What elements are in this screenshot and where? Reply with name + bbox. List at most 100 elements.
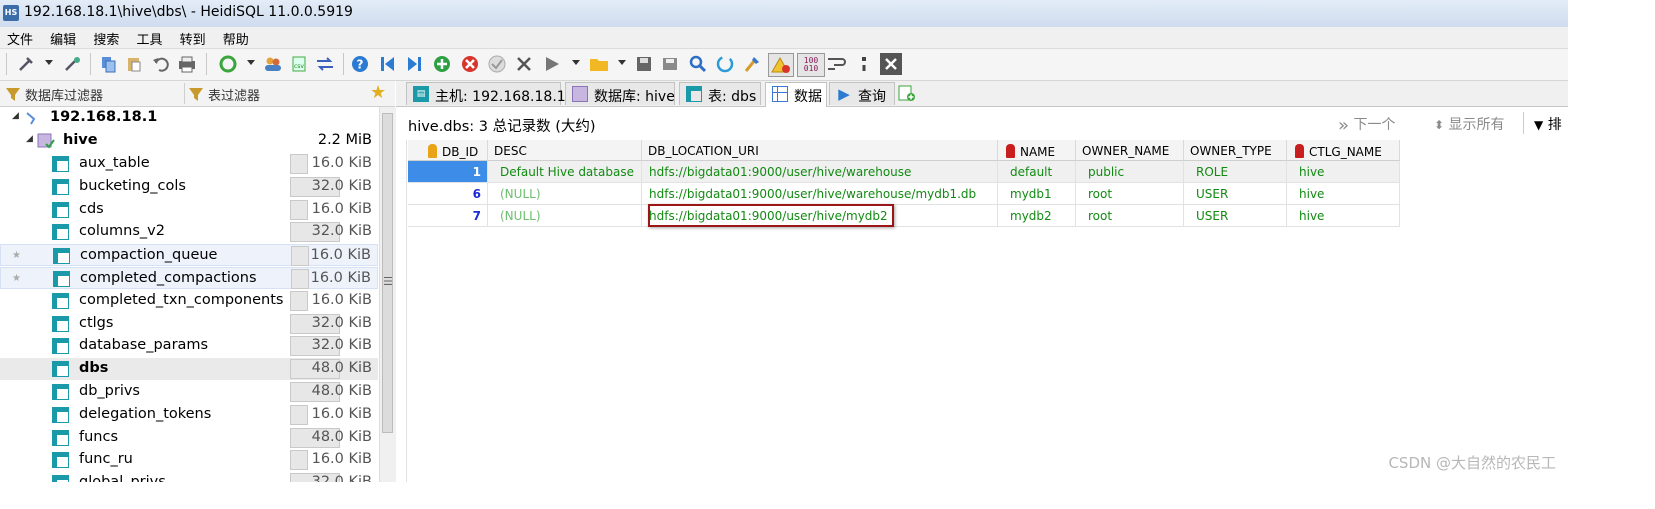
sync-icon[interactable]: [315, 54, 335, 74]
first-record-icon[interactable]: [378, 54, 398, 74]
undo-icon[interactable]: [150, 54, 170, 74]
tab-query[interactable]: ▶ 查询: [829, 82, 895, 105]
refresh-dropdown-icon[interactable]: [247, 60, 255, 65]
table-filter-input[interactable]: 表过滤器: [184, 83, 365, 104]
grid-cell-owner-name[interactable]: root: [1076, 205, 1184, 227]
menu-search[interactable]: 搜索: [86, 27, 125, 48]
binary-mode-icon[interactable]: 100 010: [797, 53, 825, 77]
grid-cell-desc[interactable]: (NULL): [488, 205, 642, 227]
run-dropdown-icon[interactable]: [572, 60, 580, 65]
tree-table-row[interactable]: delegation_tokens 16.0 KiB: [0, 404, 378, 426]
grid-cell-owner-type[interactable]: USER: [1184, 205, 1287, 227]
tree-table-row[interactable]: cds 16.0 KiB: [0, 199, 378, 221]
favorites-star-icon[interactable]: ★: [370, 82, 386, 103]
show-all-button[interactable]: ⬍ 显示所有: [1434, 114, 1505, 134]
grid-cell-db-id[interactable]: 1: [408, 161, 488, 183]
grid-cell-owner-type[interactable]: USER: [1184, 183, 1287, 205]
disconnect-icon[interactable]: [62, 54, 82, 74]
grid-cell-db-location-uri[interactable]: hdfs://bigdata01:9000/user/hive/warehous…: [642, 161, 998, 183]
grid-cell-desc[interactable]: (NULL): [488, 183, 642, 205]
save-icon[interactable]: [634, 54, 654, 74]
column-header-db-id[interactable]: DB_ID: [408, 140, 488, 161]
grid-cell-desc[interactable]: Default Hive database: [488, 161, 642, 183]
last-record-icon[interactable]: [404, 54, 424, 74]
grid-cell-ctlg-name[interactable]: hive: [1287, 183, 1400, 205]
format-sql-icon[interactable]: [742, 54, 762, 74]
csv-export-icon[interactable]: csv: [289, 54, 309, 74]
favorite-star-icon[interactable]: ★: [12, 250, 21, 261]
grid-cell-owner-type[interactable]: ROLE: [1184, 161, 1287, 183]
post-changes-icon[interactable]: [487, 54, 507, 74]
tree-table-row[interactable]: func_ru 16.0 KiB: [0, 449, 378, 471]
column-header-db-location-uri[interactable]: DB_LOCATION_URI: [642, 140, 998, 161]
tree-table-row[interactable]: global_privs 32.0 KiB: [0, 472, 378, 482]
user-manager-icon[interactable]: [263, 54, 283, 74]
scrollbar-thumb[interactable]: [382, 113, 393, 433]
tree-table-row[interactable]: completed_txn_components 16.0 KiB: [0, 290, 378, 312]
next-button[interactable]: » 下一个: [1338, 114, 1395, 136]
connect-icon[interactable]: [16, 54, 36, 74]
column-header-name[interactable]: NAME: [998, 140, 1076, 161]
cancel-changes-icon[interactable]: [514, 54, 534, 74]
menu-help[interactable]: 帮助: [216, 27, 255, 48]
print-icon[interactable]: [177, 54, 197, 74]
new-query-tab-icon[interactable]: [898, 84, 915, 102]
tree-table-row[interactable]: ★ compaction_queue 16.0 KiB: [0, 244, 378, 267]
paste-icon[interactable]: [124, 54, 144, 74]
tree-table-row[interactable]: ★ completed_compactions 16.0 KiB: [0, 267, 378, 289]
insert-record-icon[interactable]: [432, 54, 452, 74]
column-header-owner-type[interactable]: OWNER_TYPE: [1184, 140, 1287, 161]
tab-table[interactable]: 表: dbs: [679, 82, 761, 105]
replace-icon[interactable]: [715, 54, 735, 74]
database-filter-input[interactable]: 数据库过滤器: [3, 83, 181, 104]
tree-table-row[interactable]: columns_v2 32.0 KiB: [0, 221, 378, 243]
grid-cell-db-id[interactable]: 6: [408, 183, 488, 205]
menu-tools[interactable]: 工具: [129, 27, 168, 48]
open-folder-icon[interactable]: [589, 54, 609, 74]
grid-cell-ctlg-name[interactable]: hive: [1287, 161, 1400, 183]
favorite-star-icon[interactable]: ★: [12, 273, 21, 284]
grid-cell-owner-name[interactable]: root: [1076, 183, 1184, 205]
find-icon[interactable]: [688, 54, 708, 74]
menu-edit[interactable]: 编辑: [43, 27, 82, 48]
tree-table-row[interactable]: aux_table 16.0 KiB: [0, 153, 378, 175]
wrap-lines-icon[interactable]: [826, 54, 846, 74]
tree-table-row[interactable]: bucketing_cols 32.0 KiB: [0, 176, 378, 198]
grid-cell-ctlg-name[interactable]: hive: [1287, 205, 1400, 227]
help-icon[interactable]: ?: [350, 54, 370, 74]
warnings-toggle-icon[interactable]: [768, 53, 794, 77]
refresh-icon[interactable]: [218, 54, 238, 74]
single-query-icon[interactable]: [854, 54, 874, 74]
tree-table-row[interactable]: dbs 48.0 KiB: [0, 358, 378, 381]
column-header-owner-name[interactable]: OWNER_NAME: [1076, 140, 1184, 161]
save-as-icon[interactable]: [661, 54, 681, 74]
grid-cell-name[interactable]: mydb2: [998, 205, 1076, 227]
copy-icon[interactable]: [98, 54, 118, 74]
column-header-desc[interactable]: DESC: [488, 140, 642, 161]
collapse-icon[interactable]: ◢: [26, 134, 33, 144]
tree-database-hive[interactable]: ◢ hive 2.2 MiB: [0, 130, 378, 152]
tree-scrollbar[interactable]: ☰: [379, 107, 396, 482]
close-icon[interactable]: [880, 53, 902, 75]
menu-goto[interactable]: 转到: [173, 27, 212, 48]
column-header-ctlg-name[interactable]: CTLG_NAME: [1287, 140, 1400, 161]
menu-file[interactable]: 文件: [0, 27, 39, 48]
grid-cell-db-id[interactable]: 7: [408, 205, 488, 227]
tree-table-row[interactable]: ctlgs 32.0 KiB: [0, 313, 378, 335]
tree-table-row[interactable]: funcs 48.0 KiB: [0, 427, 378, 449]
tree-host[interactable]: ◢ 192.168.18.1: [0, 107, 378, 129]
tab-database[interactable]: 数据库: hive: [565, 82, 675, 105]
grid-cell-db-location-uri[interactable]: hdfs://bigdata01:9000/user/hive/warehous…: [642, 183, 998, 205]
grid-cell-name[interactable]: mydb1: [998, 183, 1076, 205]
tab-host[interactable]: ▤ 主机: 192.168.18.1: [406, 82, 566, 105]
connect-dropdown-icon[interactable]: [45, 60, 53, 65]
run-query-icon[interactable]: [542, 54, 562, 74]
open-dropdown-icon[interactable]: [618, 60, 626, 65]
delete-record-icon[interactable]: [460, 54, 480, 74]
tree-table-row[interactable]: database_params 32.0 KiB: [0, 335, 378, 357]
collapse-icon[interactable]: ◢: [12, 111, 19, 121]
tab-data[interactable]: 数据: [765, 82, 827, 107]
tree-table-row[interactable]: db_privs 48.0 KiB: [0, 381, 378, 403]
grid-cell-owner-name[interactable]: public: [1076, 161, 1184, 183]
sort-button[interactable]: ▼ 排: [1534, 114, 1562, 134]
